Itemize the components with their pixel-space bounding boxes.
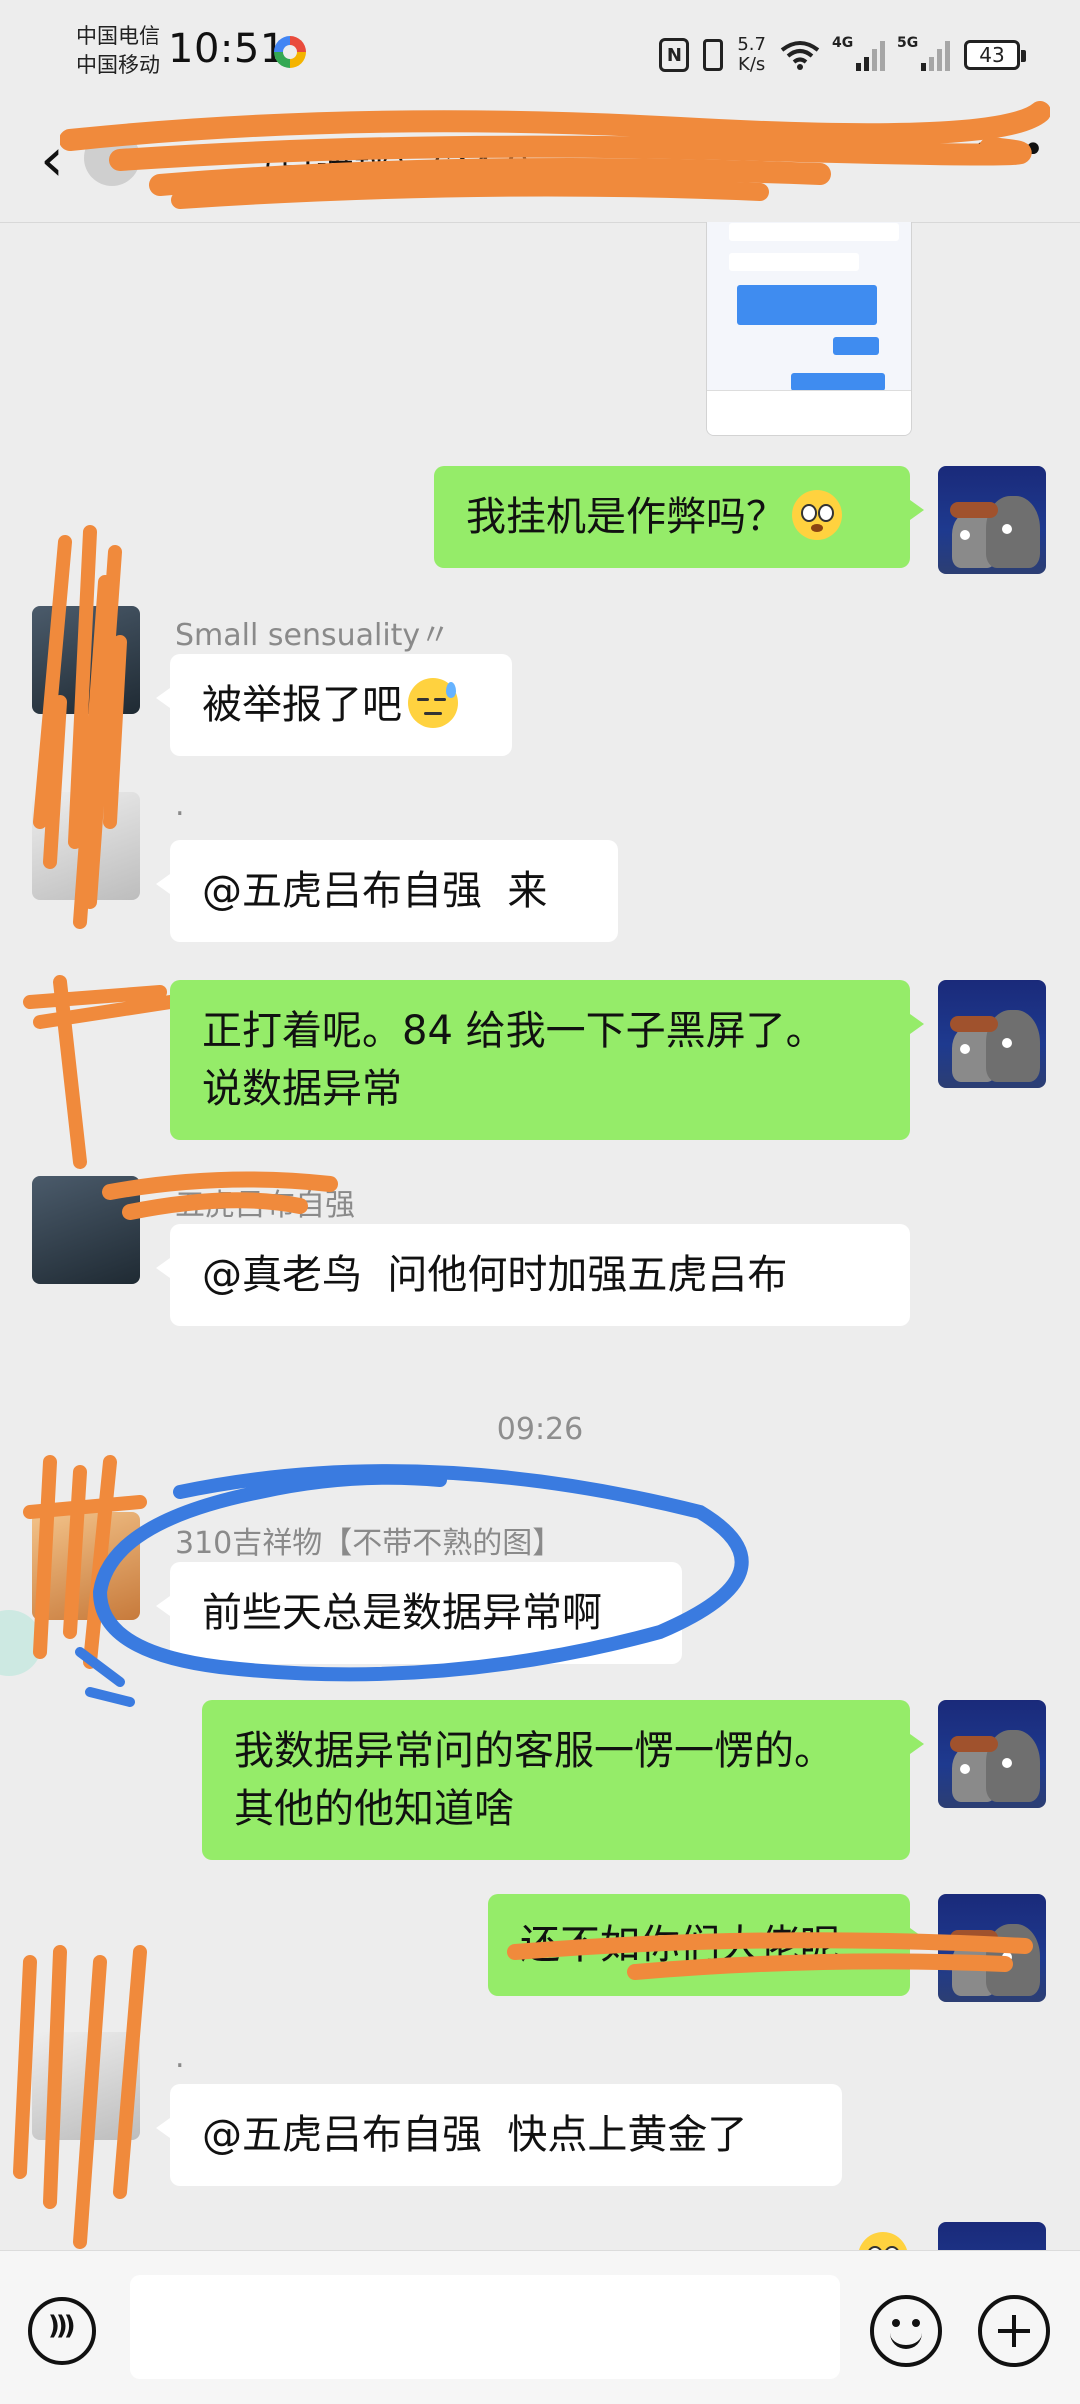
signal-1-icon: 4G (832, 35, 885, 71)
input-bar (0, 2250, 1080, 2404)
signal-1-tag: 4G (832, 35, 854, 51)
emoji-icon (890, 2333, 922, 2349)
message-bubble[interactable]: 被举报了吧 (156, 654, 512, 756)
message-text: @真老鸟 问他何时加强五虎吕布 (202, 1252, 788, 1298)
message-list[interactable]: 我挂机是作弊吗？ Small sensuality〃 被举报了吧 . @五虎吕布… (0, 222, 1080, 2250)
network-speed: 5.7 K/s (737, 35, 766, 75)
title-redaction-scribble (60, 101, 1050, 209)
network-speed-unit: K/s (738, 54, 766, 75)
carrier-2: 中国移动 (76, 53, 160, 77)
message-text: 我数据异常问的客服一愣一愣的。 其他的他知道啥 (234, 1728, 834, 1832)
message-text: @五虎吕布自强 来 (202, 868, 548, 914)
sender-avatar[interactable] (32, 606, 140, 714)
message-bubble[interactable]: 前些天总是数据异常啊 (156, 1562, 682, 1664)
self-avatar[interactable] (938, 980, 1046, 1088)
voice-input-button[interactable] (28, 2297, 96, 2365)
signal-2-icon: 5G (897, 35, 950, 71)
message-bubble[interactable]: 我挂机是作弊吗？ (434, 466, 924, 568)
message-text: 前些天总是数据异常啊 (202, 1590, 602, 1636)
sender-name: 310吉祥物【不带不熟的图】 (175, 1526, 563, 1561)
message-text: 还不如你们大佬呢 (520, 1922, 840, 1968)
message-text: 正打着呢。84 给我一下子黑屏了。 说数据异常 (202, 1008, 826, 1112)
message-bubble[interactable]: @五虎吕布自强 快点上黄金了 (156, 2084, 842, 2186)
self-avatar[interactable] (938, 1700, 1046, 1808)
self-avatar[interactable] (938, 466, 1046, 574)
message-input[interactable] (130, 2275, 840, 2379)
time-divider: 09:26 (496, 1412, 584, 1447)
sender-name: . (175, 788, 185, 823)
floating-assistant-icon[interactable] (0, 1610, 42, 1676)
vibrate-icon (703, 39, 724, 71)
astonished-emoji-icon (792, 490, 842, 540)
emoji-icon (858, 2232, 908, 2250)
message-text: @五虎吕布自强 快点上黄金了 (202, 2112, 748, 2158)
sweat-emoji-icon (408, 678, 458, 728)
network-speed-value: 5.7 (737, 34, 766, 55)
message-text: 被举报了吧 (202, 682, 402, 728)
battery-icon: 43 (964, 40, 1026, 70)
clock: 10:51 (168, 26, 286, 72)
message-bubble[interactable]: 还不如你们大佬呢 (488, 1894, 924, 1996)
sender-avatar[interactable] (32, 1512, 140, 1620)
sender-name: . (175, 2040, 185, 2075)
app-indicator-icon (274, 36, 306, 68)
carrier-labels: 中国电信 中国移动 (76, 22, 160, 80)
status-bar: 中国电信 中国移动 10:51 N 5.7 K/s 4G 5G 43 (0, 0, 1080, 110)
sender-name: Small sensuality〃 (175, 618, 451, 653)
emoji-button[interactable] (870, 2295, 942, 2367)
signal-2-tag: 5G (897, 35, 919, 51)
message-bubble[interactable]: @真老鸟 问他何时加强五虎吕布 (156, 1224, 910, 1326)
sender-avatar[interactable] (32, 792, 140, 900)
message-bubble[interactable]: 正打着呢。84 给我一下子黑屏了。 说数据异常 (170, 980, 924, 1140)
sender-avatar[interactable] (32, 1176, 140, 1284)
message-bubble[interactable]: @五虎吕布自强 来 (156, 840, 618, 942)
self-avatar[interactable] (938, 2222, 1046, 2250)
message-bubble[interactable]: 我数据异常问的客服一愣一愣的。 其他的他知道啥 (202, 1700, 924, 1860)
message-text: 我挂机是作弊吗？ (466, 494, 786, 540)
status-icons: N 5.7 K/s 4G 5G 43 (659, 30, 1026, 80)
carrier-1: 中国电信 (76, 24, 160, 48)
self-avatar[interactable] (938, 1894, 1046, 2002)
nfc-icon: N (659, 38, 690, 72)
plus-button[interactable] (978, 2295, 1050, 2367)
image-message[interactable] (706, 222, 912, 436)
sender-name: 五虎吕布自强 (175, 1188, 355, 1223)
sender-avatar[interactable] (32, 2032, 140, 2140)
wifi-icon (780, 41, 820, 70)
